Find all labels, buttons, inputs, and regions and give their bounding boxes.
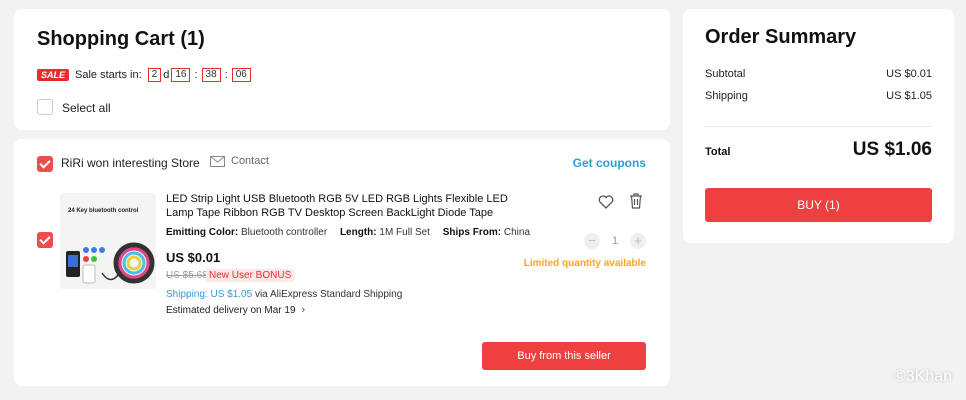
countdown-hours: 16	[171, 68, 191, 82]
sale-countdown: SALE Sale starts in: 2 d 16 : 38 : 06	[37, 68, 253, 82]
shipping-info: Shipping: US $1.05 via AliExpress Standa…	[166, 289, 402, 300]
cart-header-card: Shopping Cart (1) SALE Sale starts in: 2…	[14, 9, 670, 130]
quantity-stepper: − 1 +	[584, 233, 646, 249]
divider	[705, 126, 932, 127]
countdown-sep: :	[194, 69, 198, 81]
delivery-estimate[interactable]: Estimated delivery on Mar 19 ›	[166, 304, 305, 316]
wishlist-heart-icon[interactable]	[598, 195, 614, 209]
countdown-sep: :	[224, 69, 228, 81]
prop-length: Length: 1M Full Set	[340, 227, 430, 238]
order-summary-title: Order Summary	[705, 26, 857, 48]
prop-emitting-color: Emitting Color: Bluetooth controller	[166, 227, 327, 238]
subtotal-value: US $0.01	[886, 68, 932, 80]
prop-value: 1M Full Set	[379, 227, 430, 238]
prop-key: Ships From:	[442, 227, 502, 238]
countdown-days: 2	[147, 68, 162, 82]
product-properties: Emitting Color: Bluetooth controller Len…	[166, 227, 540, 238]
shipping-value: US $1.05	[886, 90, 932, 102]
select-all-label[interactable]: Select all	[62, 101, 111, 115]
sale-label: Sale starts in:	[75, 69, 142, 81]
chevron-right-icon: ›	[301, 304, 306, 316]
countdown-minutes: 38	[201, 68, 221, 82]
buy-button[interactable]: BUY (1)	[705, 188, 932, 222]
delivery-label: Estimated delivery on Mar 19	[166, 304, 296, 316]
product-thumbnail[interactable]: 24 Key bluetooth control	[60, 193, 156, 289]
led-strip-image	[66, 242, 155, 284]
page-title: Shopping Cart (1)	[37, 28, 205, 50]
store-card: RiRi won interesting Store Contact Get c…	[14, 139, 670, 386]
limited-quantity-notice: Limited quantity available	[523, 258, 646, 269]
item-checkbox[interactable]	[37, 232, 53, 248]
new-user-bonus-badge: New User BONUS	[206, 269, 295, 282]
shipping-row: Shipping US $1.05	[705, 90, 932, 102]
minus-icon[interactable]: −	[584, 233, 600, 249]
prop-key: Emitting Color:	[166, 227, 239, 238]
countdown-seconds: 06	[231, 68, 251, 82]
buy-from-seller-button[interactable]: Buy from this seller	[482, 342, 646, 370]
product-title-link[interactable]: LED Strip Light USB Bluetooth RGB 5V LED…	[166, 192, 526, 220]
product-price: US $0.01	[166, 250, 221, 265]
total-value: US $1.06	[852, 139, 932, 160]
original-price: US $5.68	[166, 270, 208, 281]
get-coupons-link[interactable]: Get coupons	[573, 156, 646, 170]
prop-key: Length:	[339, 227, 377, 238]
shipping-label: Shipping	[705, 90, 748, 102]
sale-badge: SALE	[37, 69, 70, 81]
prop-value: Bluetooth controller	[241, 227, 328, 238]
shipping-price: Shipping: US $1.05	[166, 289, 253, 300]
quantity-value[interactable]: 1	[600, 235, 630, 247]
total-label: Total	[705, 146, 731, 158]
prop-value: China	[503, 227, 531, 238]
mail-icon	[210, 155, 225, 167]
prop-ships-from: Ships From: China	[443, 227, 530, 238]
store-name-link[interactable]: RiRi won interesting Store	[61, 156, 200, 170]
subtotal-row: Subtotal US $0.01	[705, 68, 932, 80]
order-summary-card: Order Summary Subtotal US $0.01 Shipping…	[683, 9, 954, 243]
plus-icon[interactable]: +	[630, 233, 646, 249]
trash-icon[interactable]	[629, 193, 643, 209]
select-all-checkbox[interactable]	[37, 99, 53, 115]
store-checkbox[interactable]	[37, 156, 53, 172]
contact-label: Contact	[231, 155, 269, 167]
contact-link[interactable]: Contact	[210, 155, 269, 167]
watermark: ©3Khan	[893, 368, 952, 385]
shipping-method: via AliExpress Standard Shipping	[254, 289, 403, 300]
subtotal-label: Subtotal	[705, 68, 746, 80]
countdown-day-unit: d	[163, 69, 170, 81]
